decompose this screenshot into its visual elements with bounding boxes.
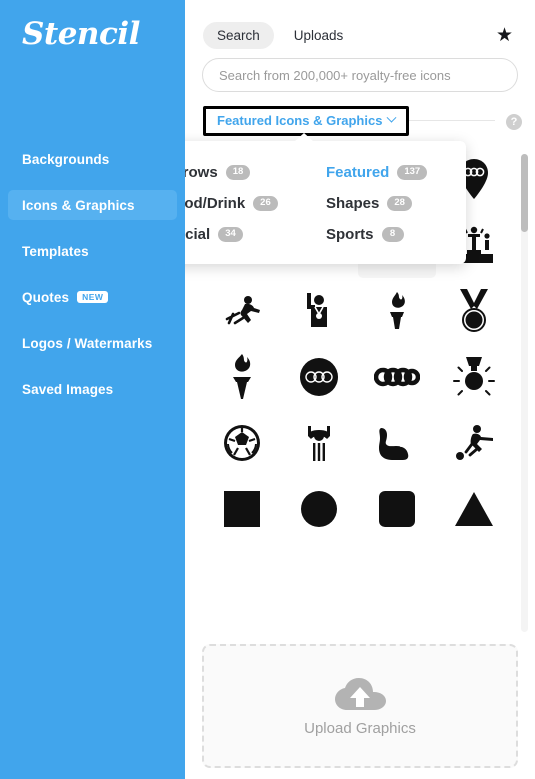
scrollbar-track[interactable] (521, 154, 528, 632)
olympic-torch-small-icon (389, 292, 405, 329)
tab-search[interactable]: Search (203, 21, 274, 49)
sidebar-item-label: Saved Images (22, 381, 114, 397)
icon-cell-athlete-with-medal[interactable] (281, 278, 359, 344)
icon-cell-circle-shape[interactable] (281, 476, 359, 542)
icon-cell-rounded-square-shape[interactable] (358, 476, 436, 542)
dropdown-item-featured[interactable]: Featured 137 (306, 157, 466, 188)
sidebar-nav: Backgrounds Icons & Graphics Templates Q… (0, 144, 185, 404)
dropdown-item-social[interactable]: Social 34 (185, 219, 306, 250)
soccer-ball-icon (223, 425, 260, 461)
search-field-wrapper (185, 52, 535, 92)
main-panel: Search Uploads ★ Featured Icons & Graphi… (185, 0, 535, 779)
medal-shine-icon (453, 357, 496, 396)
medal-ribbon-icon (460, 289, 489, 332)
icon-cell-soccer-ball[interactable] (203, 410, 281, 476)
new-badge: NEW (77, 291, 109, 303)
icon-cell-referee-signal[interactable] (281, 410, 359, 476)
dropdown-item-label: Featured (326, 164, 390, 181)
icon-cell-flexed-bicep[interactable] (358, 410, 436, 476)
runner-sprinting-icon (225, 296, 260, 325)
square-shape-icon (223, 491, 260, 527)
sidebar-item-label: Icons & Graphics (22, 197, 135, 213)
cloud-upload-icon (335, 677, 386, 710)
dropdown-item-label: Shapes (326, 195, 380, 212)
icon-cell-medal-shine[interactable] (436, 344, 514, 410)
icon-cell-triangle-shape[interactable] (436, 476, 514, 542)
dropdown-item-label: Food/Drink (185, 195, 246, 212)
stencil-app-window: Stencil Backgrounds Icons & Graphics Tem… (0, 0, 535, 779)
scrollbar-thumb[interactable] (521, 154, 528, 232)
sidebar-item-label: Backgrounds (22, 151, 110, 167)
category-dropdown-panel: Arrows 18 Featured 137 Food/Drink 26 Sha… (185, 133, 466, 264)
sidebar-item-quotes[interactable]: Quotes NEW (8, 282, 177, 312)
circle-shape-icon (301, 491, 338, 527)
upload-graphics-label: Upload Graphics (304, 719, 416, 737)
dropdown-item-label: Arrows (185, 164, 218, 181)
star-icon[interactable]: ★ (496, 26, 517, 45)
dropdown-item-label: Social (185, 226, 211, 243)
icon-cell-olympic-torch[interactable] (203, 344, 281, 410)
dropdown-item-count: 18 (225, 165, 251, 180)
dropdown-item-count: 26 (253, 196, 278, 211)
dropdown-item-count: 8 (381, 227, 404, 242)
rounded-square-shape-icon (378, 491, 415, 527)
category-dropdown-button[interactable]: Featured Icons & Graphics Arrows 18 Feat… (185, 106, 466, 264)
dropdown-item-count: 137 (397, 165, 428, 180)
athlete-with-medal-icon (307, 293, 328, 327)
upload-graphics-dropzone[interactable]: Upload Graphics (202, 644, 518, 768)
icon-cell-soccer-player[interactable] (436, 410, 514, 476)
icon-cell-olympic-rings-circle[interactable] (281, 344, 359, 410)
chevron-down-icon (386, 112, 397, 123)
dropdown-item-food-drink[interactable]: Food/Drink 26 (185, 188, 306, 219)
dropdown-item-count: 28 (387, 196, 412, 211)
referee-signal-icon (308, 426, 331, 461)
icon-cell-medal-ribbon[interactable] (436, 278, 514, 344)
olympic-rings-circle-icon (300, 358, 339, 396)
tab-label: Uploads (293, 27, 344, 43)
icon-cell-runner-sprinting[interactable] (203, 278, 281, 344)
flexed-bicep-icon (378, 428, 410, 460)
tab-label: Search (217, 27, 260, 43)
sidebar-item-backgrounds[interactable]: Backgrounds (8, 144, 177, 174)
dropdown-item-arrows[interactable]: Arrows 18 (185, 157, 306, 188)
dropdown-item-label: Sports (326, 226, 374, 243)
category-row: Featured Icons & Graphics Arrows 18 Feat… (185, 106, 535, 264)
tab-uploads[interactable]: Uploads (280, 22, 358, 49)
sidebar-item-label: Quotes (22, 289, 70, 305)
dropdown-item-sports[interactable]: Sports 8 (306, 219, 466, 250)
sidebar-item-label: Logos / Watermarks (22, 335, 153, 351)
sidebar-item-templates[interactable]: Templates (8, 236, 177, 266)
tab-bar: Search Uploads ★ (185, 0, 535, 52)
sidebar: Stencil Backgrounds Icons & Graphics Tem… (0, 0, 185, 779)
olympic-rings-bold-icon (373, 367, 420, 387)
triangle-shape-icon (455, 492, 494, 526)
app-logo: Stencil (22, 16, 140, 52)
sidebar-item-label: Templates (22, 243, 89, 259)
search-input[interactable] (202, 58, 518, 92)
sidebar-item-icons-graphics[interactable]: Icons & Graphics (8, 190, 177, 220)
sidebar-item-logos-watermarks[interactable]: Logos / Watermarks (8, 328, 177, 358)
sidebar-item-saved-images[interactable]: Saved Images (8, 374, 177, 404)
dropdown-item-count: 34 (218, 227, 243, 242)
olympic-torch-icon (232, 354, 251, 399)
dropdown-item-shapes[interactable]: Shapes 28 (306, 188, 466, 219)
help-icon[interactable]: ? (506, 114, 522, 130)
icon-cell-olympic-torch-small[interactable] (358, 278, 436, 344)
category-dropdown-label: Featured Icons & Graphics (217, 113, 383, 128)
icon-cell-square-shape[interactable] (203, 476, 281, 542)
soccer-player-icon (456, 425, 494, 460)
icon-cell-olympic-rings-bold[interactable] (358, 344, 436, 410)
